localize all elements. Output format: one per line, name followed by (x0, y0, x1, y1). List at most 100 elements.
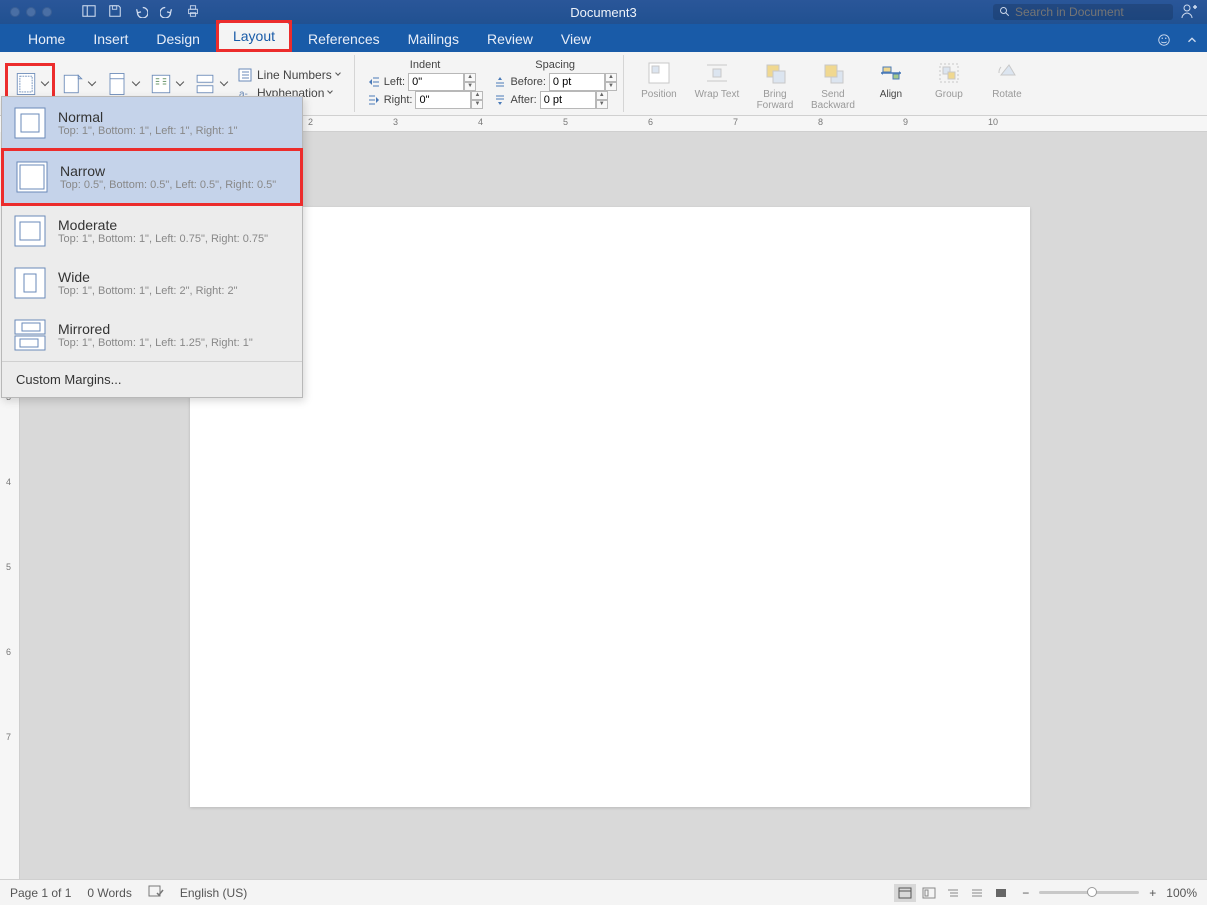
ruler-tick: 3 (393, 117, 398, 127)
spin-down[interactable]: ▼ (605, 82, 617, 91)
save-icon[interactable] (108, 4, 122, 21)
spacing-after-input[interactable] (540, 91, 596, 109)
spin-up[interactable]: ▲ (471, 91, 483, 100)
window-layout-icon[interactable] (82, 4, 96, 21)
ruler-tick: 2 (308, 117, 313, 127)
zoom-in-button[interactable]: + (1149, 886, 1156, 900)
zoom-slider[interactable] (1039, 891, 1139, 894)
status-words[interactable]: 0 Words (87, 886, 131, 900)
spacing-before-row: Before: ▲▼ (493, 73, 616, 91)
spacing-before-icon (493, 75, 507, 89)
margin-option-narrow[interactable]: NarrowTop: 0.5", Bottom: 0.5", Left: 0.5… (1, 148, 303, 206)
group-label: Group (935, 89, 963, 100)
tab-mailings[interactable]: Mailings (394, 26, 473, 52)
spin-up[interactable]: ▲ (596, 91, 608, 100)
tab-review[interactable]: Review (473, 26, 547, 52)
tab-design[interactable]: Design (142, 26, 214, 52)
margin-name: Normal (58, 109, 238, 125)
ribbon-tabs: Home Insert Design Layout References Mai… (0, 24, 1207, 52)
ruler-tick: 7 (6, 732, 11, 742)
spacing-after-label: After: (510, 94, 536, 106)
ruler-tick: 5 (563, 117, 568, 127)
tab-insert[interactable]: Insert (79, 26, 142, 52)
spacing-before-input[interactable] (549, 73, 605, 91)
minimize-dot[interactable] (26, 7, 36, 17)
spin-down[interactable]: ▼ (471, 100, 483, 109)
align-icon (877, 59, 905, 87)
search-box[interactable] (993, 4, 1173, 20)
spin-down[interactable]: ▼ (596, 100, 608, 109)
outline-view[interactable] (942, 884, 964, 902)
status-language[interactable]: English (US) (180, 886, 247, 900)
print-layout-view[interactable] (894, 884, 916, 902)
spin-up[interactable]: ▲ (464, 73, 476, 82)
group-button[interactable]: Group (926, 55, 972, 100)
spin-down[interactable]: ▼ (464, 82, 476, 91)
line-numbers-icon (237, 67, 253, 83)
quick-access-toolbar (82, 4, 200, 21)
chevron-down-icon (41, 78, 49, 86)
margin-desc: Top: 1", Bottom: 1", Left: 0.75", Right:… (58, 233, 268, 245)
web-layout-view[interactable] (918, 884, 940, 902)
indent-right-input[interactable] (415, 91, 471, 109)
indent-right-label: Right: (384, 94, 413, 106)
tab-view[interactable]: View (547, 26, 605, 52)
align-button[interactable]: Align (868, 55, 914, 100)
collapse-ribbon-icon[interactable] (1185, 33, 1199, 52)
indent-left-input[interactable] (408, 73, 464, 91)
send-backward-label: Send Backward (810, 89, 856, 111)
zoom-level[interactable]: 100% (1166, 886, 1197, 900)
status-page[interactable]: Page 1 of 1 (10, 886, 71, 900)
redo-icon[interactable] (160, 4, 174, 21)
focus-view[interactable] (990, 884, 1012, 902)
indent-right-icon (367, 93, 381, 107)
margin-option-moderate[interactable]: ModerateTop: 1", Bottom: 1", Left: 0.75"… (2, 205, 302, 257)
zoom-dot[interactable] (42, 7, 52, 17)
bring-forward-button[interactable]: Bring Forward (752, 55, 798, 111)
feedback-icon[interactable] (1157, 33, 1171, 52)
margin-option-wide[interactable]: WideTop: 1", Bottom: 1", Left: 2", Right… (2, 257, 302, 309)
draft-view[interactable] (966, 884, 988, 902)
margins-icon (12, 70, 40, 98)
spellcheck-icon[interactable] (148, 884, 164, 901)
highlight-layout-tab: Layout (216, 20, 292, 52)
tab-layout[interactable]: Layout (219, 23, 289, 49)
margin-desc: Top: 1", Bottom: 1", Left: 2", Right: 2" (58, 285, 238, 297)
search-icon (999, 6, 1011, 18)
spacing-before-label: Before: (510, 76, 545, 88)
position-button[interactable]: Position (636, 55, 682, 100)
margin-normal-icon (12, 105, 48, 141)
wrap-text-button[interactable]: Wrap Text (694, 55, 740, 100)
breaks-icon (191, 70, 219, 98)
tab-home[interactable]: Home (14, 26, 79, 52)
custom-margins-button[interactable]: Custom Margins... (2, 361, 302, 397)
undo-icon[interactable] (134, 4, 148, 21)
margin-desc: Top: 0.5", Bottom: 0.5", Left: 0.5", Rig… (60, 179, 276, 191)
search-input[interactable] (1015, 5, 1165, 19)
chevron-down-icon (220, 78, 228, 86)
window-controls (0, 7, 52, 17)
position-label: Position (641, 89, 677, 100)
spin-up[interactable]: ▲ (605, 73, 617, 82)
zoom-thumb[interactable] (1087, 887, 1097, 897)
spacing-heading: Spacing (493, 59, 616, 71)
line-numbers-button[interactable]: Line Numbers (237, 67, 340, 83)
margin-name: Narrow (60, 163, 276, 179)
ruler-tick: 6 (648, 117, 653, 127)
send-backward-button[interactable]: Send Backward (810, 55, 856, 111)
tab-references[interactable]: References (294, 26, 394, 52)
document-page[interactable] (190, 207, 1030, 807)
position-icon (645, 59, 673, 87)
margin-option-mirrored[interactable]: MirroredTop: 1", Bottom: 1", Left: 1.25"… (2, 309, 302, 361)
spacing-after-row: After: ▲▼ (493, 91, 616, 109)
bring-forward-icon (761, 59, 789, 87)
rotate-button[interactable]: Rotate (984, 55, 1030, 100)
line-numbers-label: Line Numbers (257, 68, 332, 82)
margin-option-normal[interactable]: NormalTop: 1", Bottom: 1", Left: 1", Rig… (2, 97, 302, 149)
margin-wide-icon (12, 265, 48, 301)
zoom-out-button[interactable]: − (1022, 886, 1029, 900)
share-icon[interactable] (1181, 3, 1197, 22)
print-icon[interactable] (186, 4, 200, 21)
close-dot[interactable] (10, 7, 20, 17)
indent-right-row: Right: ▲▼ (367, 91, 484, 109)
